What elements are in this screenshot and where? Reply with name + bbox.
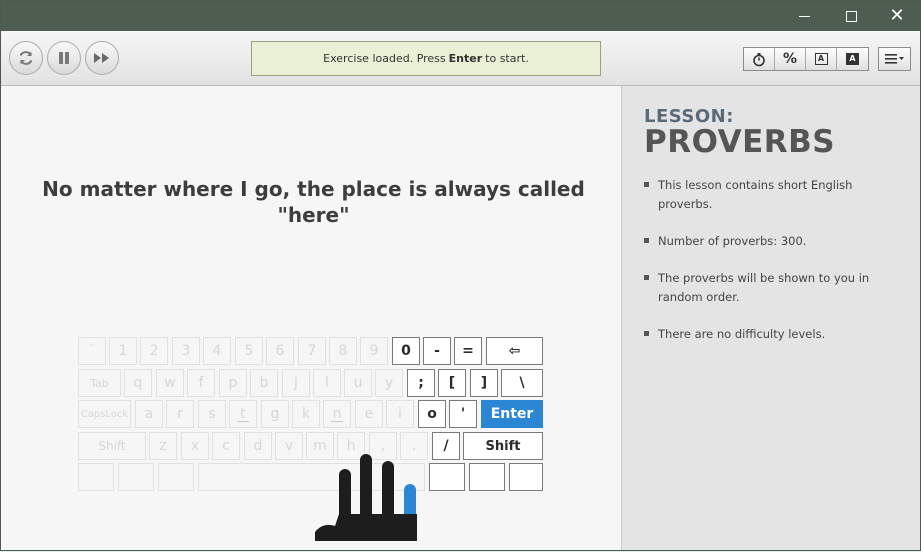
key-z: z <box>149 432 177 460</box>
key-i: i <box>386 400 414 428</box>
status-key: Enter <box>448 52 483 65</box>
accuracy-button[interactable]: % <box>775 48 806 70</box>
key-alt-left <box>158 463 194 491</box>
key-w: w <box>156 369 184 397</box>
key-5: 5 <box>235 337 263 365</box>
key-tab: Tab <box>78 369 121 397</box>
app-window: ✕ Exercise loaded. Press Enter to start.… <box>0 0 921 551</box>
font-filled-icon: A <box>846 53 859 65</box>
key-g: g <box>261 400 289 428</box>
home-marker <box>331 421 343 422</box>
key-e: e <box>355 400 383 428</box>
key-1: 1 <box>109 337 137 365</box>
lesson-info-item: This lesson contains short English prove… <box>644 176 904 214</box>
key-backtick: ` <box>78 337 106 365</box>
font-outline-icon: A <box>814 53 828 65</box>
key-t-label: t <box>240 406 246 422</box>
key-4: 4 <box>203 337 231 365</box>
pause-icon <box>59 52 69 64</box>
timer-button[interactable] <box>744 48 775 70</box>
lesson-info-item: Number of proverbs: 300. <box>644 232 904 251</box>
maximize-button[interactable] <box>828 1 874 31</box>
key-n-label: n <box>332 406 342 422</box>
key-v: v <box>275 432 303 460</box>
key-j: j <box>282 369 310 397</box>
key-9: 9 <box>360 337 388 365</box>
key-x: x <box>181 432 209 460</box>
key-semicolon: ; <box>407 369 435 397</box>
minimize-icon <box>798 15 810 17</box>
key-p: p <box>219 369 247 397</box>
key-r: r <box>166 400 194 428</box>
key-win-right <box>469 463 505 491</box>
menu-button[interactable] <box>878 47 911 71</box>
maximize-icon <box>845 10 857 22</box>
key-shift-right: Shift <box>463 432 543 460</box>
menu-icon <box>884 54 904 64</box>
view-options: % A A <box>743 47 869 71</box>
key-enter: Enter <box>481 400 543 428</box>
toolbar: Exercise loaded. Press Enter to start. %… <box>1 31 920 86</box>
key-n: n <box>323 400 351 428</box>
stopwatch-icon <box>753 52 765 66</box>
key-alt-right <box>429 463 465 491</box>
font-outline-button[interactable]: A <box>806 48 837 70</box>
reload-icon <box>19 51 33 65</box>
key-apostrophe: ' <box>449 400 477 428</box>
key-ctrl-left <box>78 463 114 491</box>
key-slash: / <box>432 432 460 460</box>
key-right-bracket: ] <box>470 369 498 397</box>
status-prefix: Exercise loaded. Press <box>323 52 446 65</box>
key-win-left <box>118 463 154 491</box>
key-l: l <box>313 369 341 397</box>
key-c: c <box>212 432 240 460</box>
key-backspace: ⇦ <box>486 337 543 365</box>
exercise-phrase: No matter where I go, the place is alway… <box>42 177 585 227</box>
key-b: b <box>250 369 278 397</box>
pause-button[interactable] <box>47 41 81 75</box>
restart-button[interactable] <box>9 41 43 75</box>
home-marker <box>237 421 249 422</box>
key-s: s <box>198 400 226 428</box>
key-ctrl-right <box>509 463 543 491</box>
close-icon: ✕ <box>889 5 905 26</box>
key-d: d <box>244 432 272 460</box>
key-y: y <box>375 369 403 397</box>
key-k: k <box>292 400 320 428</box>
key-3: 3 <box>172 337 200 365</box>
title-bar: ✕ <box>1 1 920 31</box>
lesson-info-item: The proverbs will be shown to you in ran… <box>644 269 904 307</box>
key-q: q <box>124 369 152 397</box>
key-2: 2 <box>140 337 168 365</box>
close-button[interactable]: ✕ <box>874 1 920 31</box>
status-message: Exercise loaded. Press Enter to start. <box>251 41 601 76</box>
lesson-info-item: There are no difficulty levels. <box>644 325 904 344</box>
key-f: f <box>187 369 215 397</box>
key-a: a <box>135 400 163 428</box>
key-capslock: CapsLock <box>78 400 131 428</box>
key-o: o <box>418 400 446 428</box>
key-minus: - <box>423 337 451 365</box>
key-shift-left: Shift <box>78 432 146 460</box>
key-0: 0 <box>392 337 420 365</box>
fast-forward-icon <box>94 53 109 63</box>
skip-button[interactable] <box>85 41 119 75</box>
key-left-bracket: [ <box>438 369 466 397</box>
key-backslash: \ <box>501 369 543 397</box>
lesson-panel: LESSON: PROVERBS This lesson contains sh… <box>621 86 920 550</box>
lesson-info-list: This lesson contains short English prove… <box>644 176 904 362</box>
font-filled-button[interactable]: A <box>837 48 868 70</box>
key-u: u <box>344 369 372 397</box>
key-8: 8 <box>329 337 357 365</box>
key-equals: = <box>454 337 482 365</box>
key-7: 7 <box>298 337 326 365</box>
key-t: t <box>229 400 257 428</box>
status-suffix: to start. <box>485 52 529 65</box>
lesson-title: PROVERBS <box>644 124 836 160</box>
right-hand-icon <box>315 454 417 541</box>
key-6: 6 <box>266 337 294 365</box>
minimize-button[interactable] <box>781 1 827 31</box>
